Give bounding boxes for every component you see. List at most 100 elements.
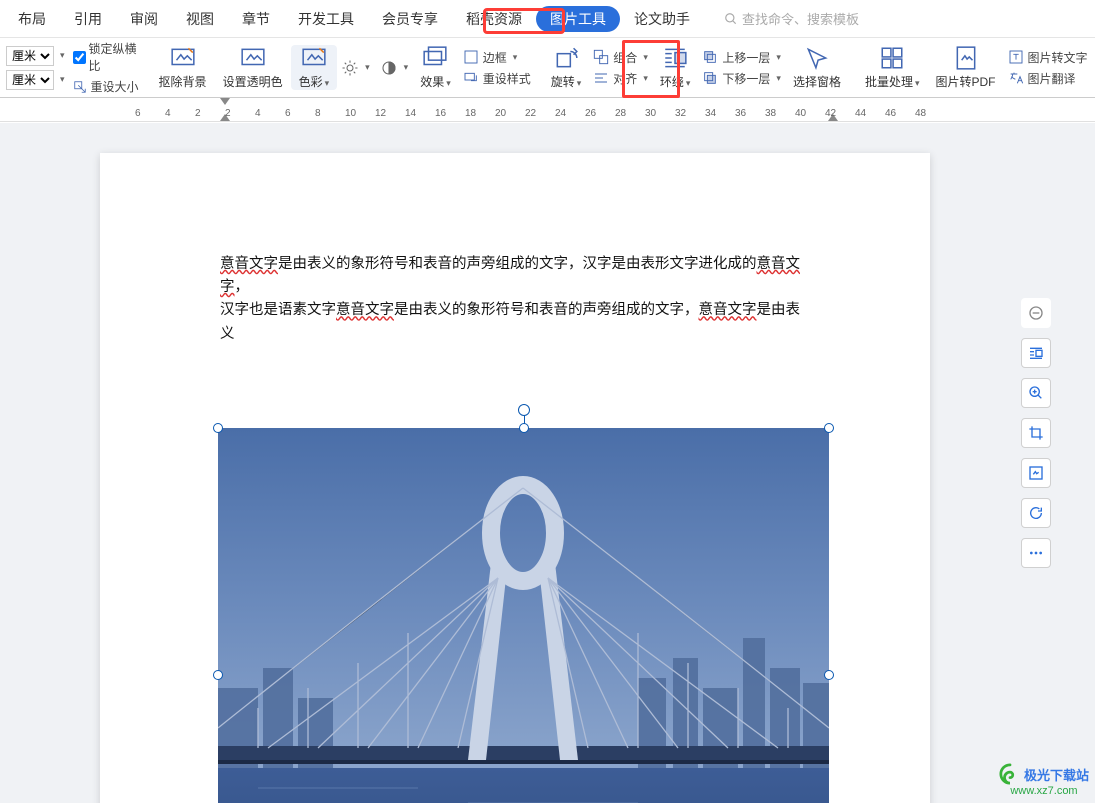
more-icon (1028, 545, 1044, 561)
ruler-mark: 44 (855, 108, 866, 119)
ruler-mark: 26 (585, 108, 596, 119)
selection-pane-button[interactable]: 选择窗格 (785, 45, 849, 90)
bring-forward-button[interactable]: 上移一层▾ (702, 49, 781, 66)
side-reset-button[interactable] (1021, 498, 1051, 528)
wrap-icon (662, 45, 688, 71)
indent-first-line[interactable] (220, 98, 230, 105)
minus-icon (1028, 305, 1044, 321)
group-button[interactable]: 组合▾ (593, 49, 648, 66)
ruler-mark: 4 (165, 108, 171, 119)
page-content[interactable]: 意音文字是由表义的象形符号和表音的声旁组成的文字，汉字是由表形文字进化成的意音文… (100, 153, 930, 346)
paragraph-1[interactable]: 意音文字是由表义的象形符号和表音的声旁组成的文字，汉字是由表形文字进化成的意音文… (220, 253, 810, 299)
ribbon-toolbar: 厘米▾ 厘米▾ 锁定纵横比 重设大小 抠除背景 设置透明色 色彩▾ ▾ ▾ 效果… (0, 38, 1095, 98)
menu-layout[interactable]: 布局 (4, 0, 60, 38)
watermark-url: www.xz7.com (1010, 785, 1077, 797)
menu-member[interactable]: 会员专享 (368, 0, 452, 38)
align-button[interactable]: 对齐▾ (593, 70, 648, 87)
ruler-mark: 16 (435, 108, 446, 119)
ruler-mark: 4 (255, 108, 261, 119)
translate-icon (1008, 70, 1024, 86)
remove-bg-button[interactable]: 抠除背景 (151, 45, 215, 90)
menu-review[interactable]: 审阅 (116, 0, 172, 38)
side-layout-button[interactable] (1021, 338, 1051, 368)
resize-handle-r[interactable] (824, 670, 834, 680)
reset-style-button[interactable]: 重设样式 (463, 70, 531, 87)
side-zoom-button[interactable] (1021, 378, 1051, 408)
side-collapse-button[interactable] (1021, 298, 1051, 328)
menu-docer[interactable]: 稻壳资源 (452, 0, 536, 38)
align-icon (593, 70, 609, 86)
remove-bg-icon (170, 45, 196, 71)
resize-handle-l[interactable] (213, 670, 223, 680)
ruler-mark: 20 (495, 108, 506, 119)
ruler-mark: 32 (675, 108, 686, 119)
search-icon (724, 12, 738, 26)
transparent-color-button[interactable]: 设置透明色 (215, 45, 291, 90)
border-button[interactable]: 边框▾ (463, 49, 531, 66)
reset-size-button[interactable]: 重设大小 (73, 78, 139, 95)
layout-icon (1028, 345, 1044, 361)
send-backward-button[interactable]: 下移一层▾ (702, 70, 781, 87)
paragraph-2[interactable]: 汉字也是语素文字意音文字是由表义的象形符号和表音的声旁组成的文字，意音文字是由表… (220, 299, 810, 345)
reset-size-icon (73, 80, 87, 94)
to-pdf-button[interactable]: 图片转PDF (928, 45, 1004, 90)
backward-icon (702, 70, 718, 86)
menu-chapter[interactable]: 章节 (228, 0, 284, 38)
transparent-icon (240, 45, 266, 71)
ruler-mark: 42 (825, 108, 836, 119)
ruler-mark: 2 (195, 108, 201, 119)
watermark: 极光下载站 www.xz7.com (999, 763, 1089, 797)
menu-paper-helper[interactable]: 论文助手 (620, 0, 704, 38)
ruler-mark: 48 (915, 108, 926, 119)
height-unit-select[interactable]: 厘米 (6, 46, 54, 66)
rotate-handle[interactable] (518, 404, 530, 416)
ruler-mark: 22 (525, 108, 536, 119)
effects-icon (422, 45, 448, 71)
img-print-button[interactable]: 图片打 (1092, 45, 1095, 90)
search-placeholder: 查找命令、搜索模板 (742, 9, 859, 28)
menu-view[interactable]: 视图 (172, 0, 228, 38)
lock-ratio-checkbox[interactable]: 锁定纵横比 (73, 40, 139, 74)
horizontal-ruler[interactable]: 6422468101214161820222426283032343638404… (0, 98, 1095, 122)
effects-button[interactable]: 效果▾ (412, 45, 459, 90)
menu-reference[interactable]: 引用 (60, 0, 116, 38)
ruler-mark: 6 (285, 108, 291, 119)
ruler-mark: 14 (405, 108, 416, 119)
batch-icon (879, 45, 905, 71)
color-icon (301, 45, 327, 71)
color-button[interactable]: 色彩▾ (291, 45, 338, 90)
ruler-mark: 2 (225, 108, 231, 119)
inserted-image[interactable] (218, 428, 829, 803)
bridge-image[interactable] (218, 428, 829, 803)
side-compress-button[interactable] (1021, 458, 1051, 488)
side-crop-button[interactable] (1021, 418, 1051, 448)
ruler-mark: 12 (375, 108, 386, 119)
side-toolbar (1021, 298, 1053, 568)
wrap-button[interactable]: 环绕▾ (652, 45, 699, 90)
brightness-icon[interactable] (341, 59, 359, 77)
resize-handle-tl[interactable] (213, 423, 223, 433)
translate-button[interactable]: 图片翻译 (1008, 70, 1088, 87)
width-unit-select[interactable]: 厘米 (6, 70, 54, 90)
menu-devtools[interactable]: 开发工具 (284, 0, 368, 38)
menu-bar: 布局 引用 审阅 视图 章节 开发工具 会员专享 稻壳资源 图片工具 论文助手 … (0, 0, 1095, 38)
ruler-mark: 40 (795, 108, 806, 119)
ruler-mark: 6 (135, 108, 141, 119)
to-text-icon (1008, 49, 1024, 65)
crop-icon (1028, 425, 1044, 441)
batch-button[interactable]: 批量处理▾ (857, 45, 928, 90)
resize-handle-tr[interactable] (824, 423, 834, 433)
side-more-button[interactable] (1021, 538, 1051, 568)
rotate-button[interactable]: 旋转▾ (543, 45, 590, 90)
command-search[interactable]: 查找命令、搜索模板 (724, 9, 859, 28)
contrast-icon[interactable] (380, 59, 398, 77)
forward-icon (702, 49, 718, 65)
resize-handle-t[interactable] (519, 423, 529, 433)
menu-picture-tools[interactable]: 图片工具 (536, 6, 620, 32)
zoom-icon (1028, 385, 1044, 401)
ruler-mark: 36 (735, 108, 746, 119)
compress-icon (1028, 465, 1044, 481)
to-text-button[interactable]: 图片转文字 (1008, 49, 1088, 66)
watermark-logo-icon (999, 763, 1021, 785)
rotate-icon (553, 45, 579, 71)
